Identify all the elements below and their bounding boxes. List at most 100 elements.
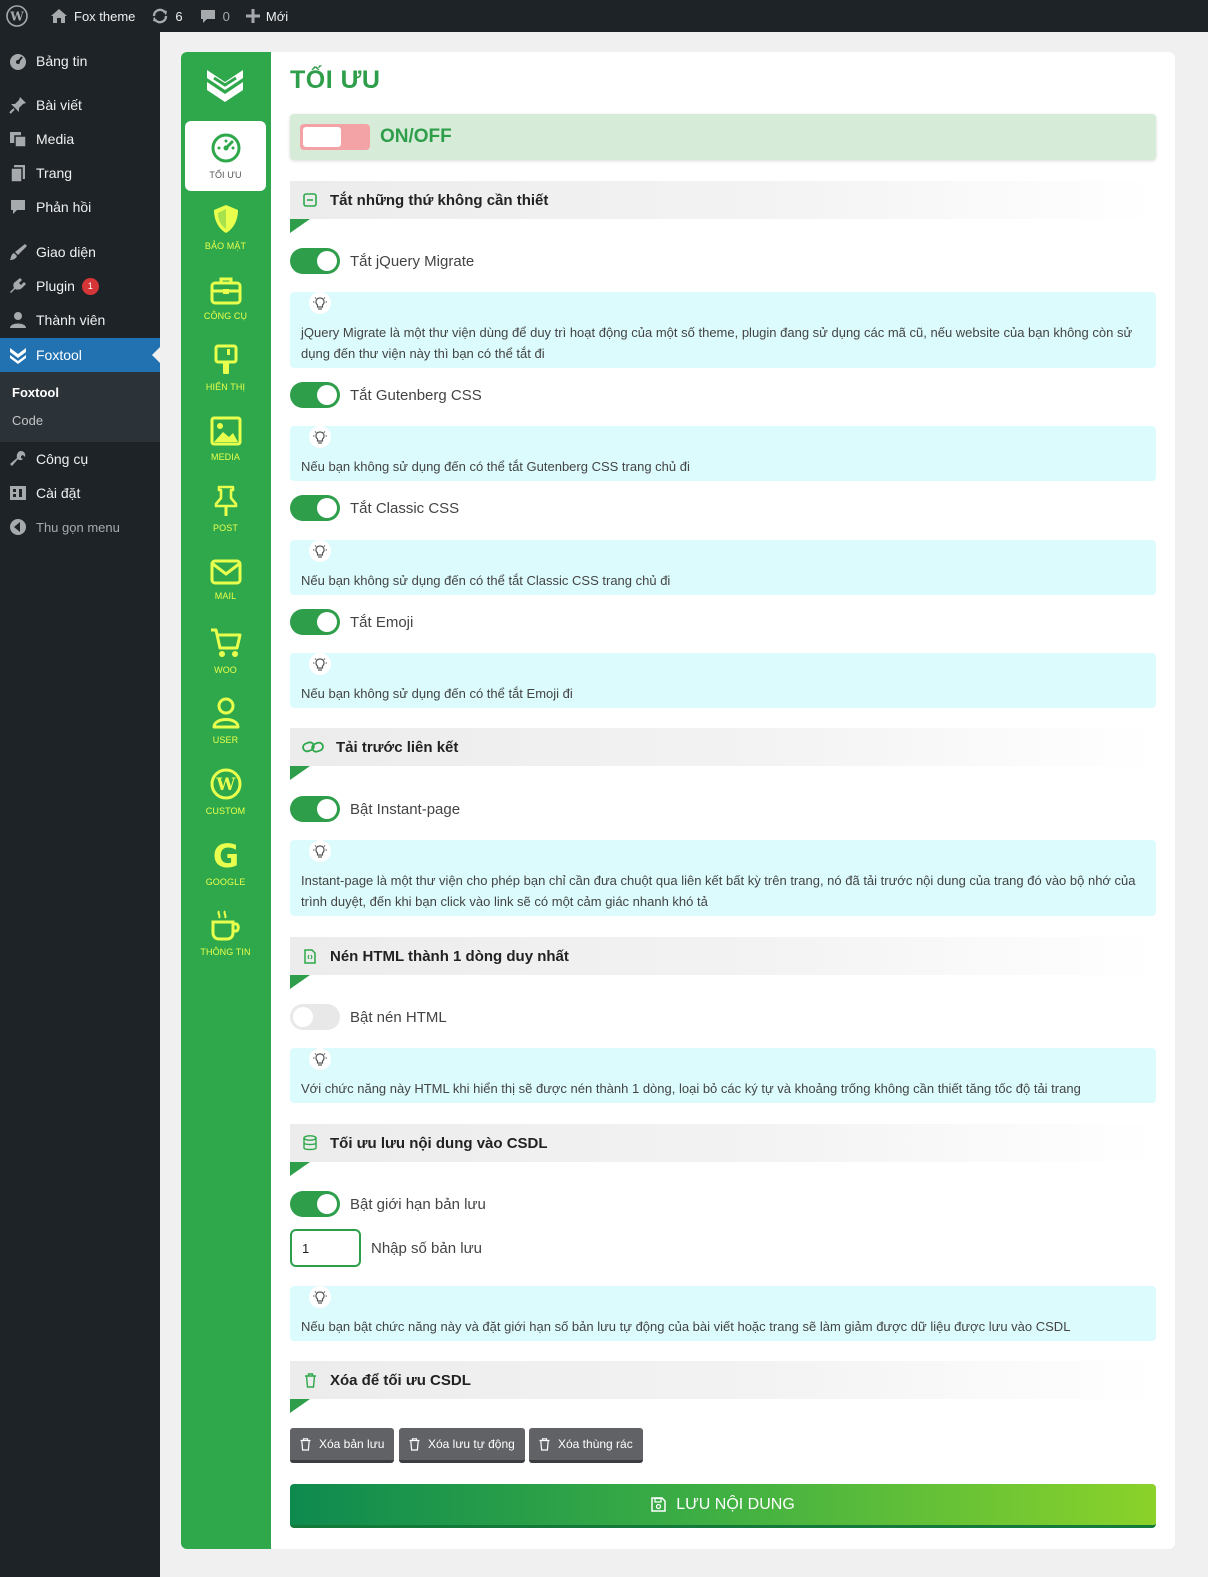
nav-tab-info[interactable]: THÔNG TIN	[185, 898, 266, 968]
menu-item-tools[interactable]: Công cụ	[0, 442, 160, 476]
section-header-disable-unneeded: Tắt những thứ không cần thiết	[290, 181, 1156, 233]
submenu-item-code[interactable]: Code	[12, 413, 43, 428]
option-gutenberg-css: Tắt Gutenberg CSS	[290, 382, 482, 408]
menu-label: Media	[36, 131, 75, 147]
toggle-classic-css[interactable]	[290, 495, 340, 521]
updates-link[interactable]: 6	[143, 0, 190, 32]
onoff-label: ON/OFF	[380, 126, 452, 147]
nav-tab-post[interactable]: POST	[185, 474, 266, 544]
nav-tab-woo[interactable]: WOO	[185, 616, 266, 686]
toggle-jquery-migrate[interactable]	[290, 248, 340, 274]
hint-text: Với chức năng này HTML khi hiển thị sẽ đ…	[301, 1081, 1081, 1096]
svg-text:W: W	[9, 10, 24, 24]
hint-limit-revisions: Nếu bạn bật chức năng này và đặt giới hạ…	[290, 1286, 1156, 1341]
option-jquery-migrate: Tắt jQuery Migrate	[290, 248, 474, 274]
delete-revisions-button[interactable]: Xóa bản lưu	[290, 1428, 395, 1463]
section-header-cleanup-db: Xóa để tối ưu CSDL	[290, 1361, 1156, 1413]
nav-label: MEDIA	[210, 452, 240, 462]
menu-item-comments[interactable]: Phản hồi	[0, 190, 160, 224]
hint-gutenberg-css: Nếu bạn không sử dụng đến có thể tắt Gut…	[290, 426, 1156, 481]
nav-tab-user[interactable]: USER	[185, 686, 266, 756]
revisions-label: Nhập số bản lưu	[371, 1239, 482, 1257]
hint-text: Nếu bạn không sử dụng đến có thể tắt Cla…	[301, 573, 671, 588]
option-label: Tắt jQuery Migrate	[350, 252, 475, 270]
new-content-link[interactable]: Mới	[238, 0, 296, 32]
hint-text: Nếu bạn bật chức năng này và đặt giới hạ…	[301, 1319, 1071, 1334]
toggle-instant-page[interactable]	[290, 796, 340, 822]
delete-trash-button[interactable]: Xóa thùng rác	[529, 1428, 643, 1463]
menu-label: Bảng tin	[36, 53, 88, 69]
section-header-minify-html: Nén HTML thành 1 dòng duy nhất	[290, 937, 1156, 989]
trash-icon	[539, 1437, 550, 1451]
image-icon	[210, 416, 241, 446]
toggle-gutenberg-css[interactable]	[290, 382, 340, 408]
wordpress-logo-icon[interactable]: W	[0, 0, 36, 32]
option-label: Tắt Classic CSS	[350, 499, 460, 517]
nav-tab-tools[interactable]: CÔNG CỤ	[185, 263, 266, 333]
lightbulb-icon	[309, 1286, 331, 1308]
menu-item-users[interactable]: Thành viên	[0, 303, 160, 337]
submenu-item-foxtool[interactable]: Foxtool	[12, 385, 59, 400]
save-button[interactable]: LƯU NỘI DUNG	[290, 1484, 1156, 1528]
revisions-number-input[interactable]	[290, 1229, 361, 1267]
menu-label: Công cụ	[36, 451, 89, 467]
menu-item-media[interactable]: Media	[0, 122, 160, 156]
link-icon	[302, 741, 324, 753]
nav-tab-media[interactable]: MEDIA	[185, 404, 266, 474]
pin-icon	[9, 97, 26, 114]
section-header-preload-links: Tải trước liên kết	[290, 728, 1156, 780]
foxtool-nav: TỐI ƯU BẢO MẬT CÔNG CỤ HIỂN THỊ MEDIA PO…	[181, 52, 271, 1549]
menu-item-foxtool[interactable]: Foxtool	[0, 338, 160, 372]
menu-label: Bài viết	[36, 97, 82, 113]
site-name: Fox theme	[74, 8, 136, 24]
menu-label: Giao diện	[36, 244, 96, 260]
section-title: Tối ưu lưu nội dung vào CSDL	[330, 1134, 548, 1152]
nav-tab-google[interactable]: G GOOGLE	[185, 828, 266, 898]
envelope-icon	[210, 559, 241, 585]
comment-icon	[200, 10, 215, 23]
revisions-row: Nhập số bản lưu	[290, 1229, 482, 1267]
trash-icon	[300, 1437, 311, 1451]
nav-tab-optimize[interactable]: TỐI ƯU	[185, 121, 266, 191]
master-toggle[interactable]	[300, 124, 370, 150]
hint-text: jQuery Migrate là một thư viện dùng để d…	[301, 325, 1133, 361]
toggle-minify-html[interactable]	[290, 1004, 340, 1030]
toggle-limit-revisions[interactable]	[290, 1191, 340, 1217]
hint-minify-html: Với chức năng này HTML khi hiển thị sẽ đ…	[290, 1048, 1156, 1103]
option-label: Tắt Emoji	[350, 613, 414, 631]
menu-item-appearance[interactable]: Giao diện	[0, 235, 160, 269]
option-minify-html: Bật nén HTML	[290, 1004, 447, 1030]
page-icon	[10, 165, 25, 183]
menu-item-posts[interactable]: Bài viết	[0, 88, 160, 122]
google-icon: G	[212, 839, 238, 871]
wrench-icon	[10, 451, 26, 466]
admin-bar: W Fox theme 6 0 Mới	[0, 0, 1208, 32]
delete-autosave-button[interactable]: Xóa lưu tự động	[399, 1428, 525, 1463]
minus-square-icon	[303, 193, 317, 207]
option-emoji: Tắt Emoji	[290, 609, 413, 635]
user-icon	[10, 312, 26, 328]
menu-item-settings[interactable]: Cài đặt	[0, 476, 160, 510]
site-name-link[interactable]: Fox theme	[42, 0, 143, 32]
file-code-icon	[304, 948, 316, 964]
foxtool-submenu: Foxtool Code	[0, 372, 160, 442]
menu-label: Trang	[36, 165, 73, 181]
updates-count: 6	[175, 8, 183, 24]
nav-tab-mail[interactable]: MAIL	[185, 545, 266, 615]
nav-label: POST	[213, 523, 238, 533]
menu-item-dashboard[interactable]: Bảng tin	[0, 44, 160, 78]
nav-label: CÔNG CỤ	[203, 311, 248, 321]
nav-label: CUSTOM	[205, 806, 246, 816]
nav-label: THÔNG TIN	[200, 947, 251, 957]
menu-item-plugins[interactable]: Plugin 1	[0, 269, 160, 303]
nav-tab-security[interactable]: BẢO MẬT	[185, 192, 266, 262]
option-instant-page: Bật Instant-page	[290, 796, 460, 822]
menu-collapse-button[interactable]: Thu gọn menu	[0, 510, 160, 544]
toggle-emoji[interactable]	[290, 609, 340, 635]
lightbulb-icon	[309, 426, 331, 448]
hint-emoji: Nếu bạn không sử dụng đến có thể tắt Emo…	[290, 653, 1156, 708]
menu-item-pages[interactable]: Trang	[0, 156, 160, 190]
nav-tab-custom[interactable]: W CUSTOM	[185, 757, 266, 827]
nav-tab-display[interactable]: HIỂN THỊ	[185, 333, 266, 403]
comments-link[interactable]: 0	[191, 0, 238, 32]
